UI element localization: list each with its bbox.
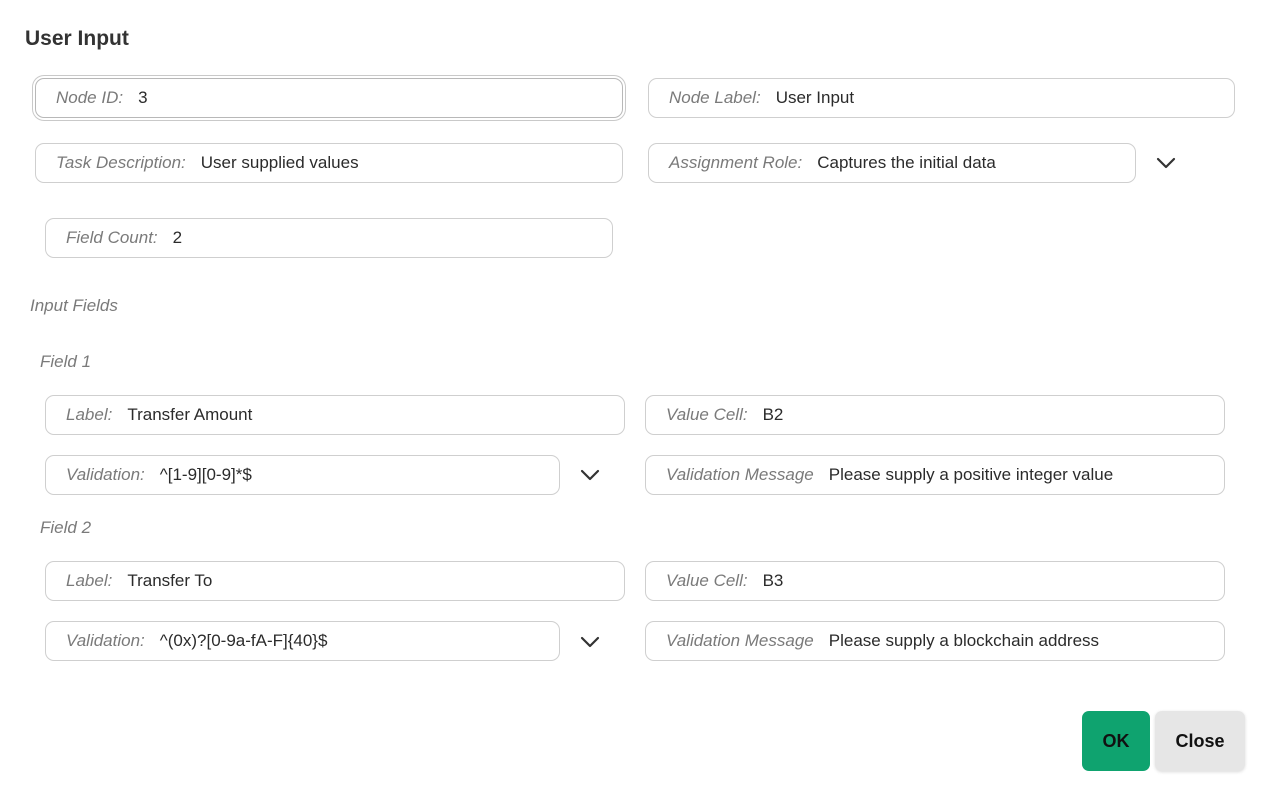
field-2-validation-label: Validation: <box>66 631 145 650</box>
field-1-validation-chevron-down-icon[interactable] <box>578 463 602 487</box>
close-button[interactable]: Close <box>1155 711 1245 771</box>
node-id-field[interactable]: Node ID: 3 <box>35 78 623 118</box>
field-2-value-cell-label: Value Cell: <box>666 571 748 590</box>
field-1-validation-message-value: Please supply a positive integer value <box>828 465 1114 484</box>
assignment-role-value: Captures the initial data <box>817 153 996 172</box>
field-1-validation-message-field[interactable]: Validation Message Please supply a posit… <box>645 455 1225 495</box>
assignment-role-field[interactable]: Assignment Role: Captures the initial da… <box>648 143 1136 183</box>
assignment-role-label: Assignment Role: <box>669 153 803 172</box>
field-1-validation-field[interactable]: Validation: ^[1-9][0-9]*$ <box>45 455 560 495</box>
field-2-validation-message-field[interactable]: Validation Message Please supply a block… <box>645 621 1225 661</box>
task-description-label: Task Description: <box>56 153 186 172</box>
field-1-value-cell-field[interactable]: Value Cell: B2 <box>645 395 1225 435</box>
field-1-validation-message-label: Validation Message <box>666 465 814 484</box>
node-id-value: 3 <box>138 88 148 107</box>
task-description-field[interactable]: Task Description: User supplied values <box>35 143 623 183</box>
field-count-label: Field Count: <box>66 228 158 247</box>
field-2-validation-chevron-down-icon[interactable] <box>578 630 602 654</box>
field-2-heading: Field 2 <box>40 518 92 537</box>
node-label-field[interactable]: Node Label: User Input <box>648 78 1235 118</box>
field-1-validation-value: ^[1-9][0-9]*$ <box>159 465 252 484</box>
field-1-label-label: Label: <box>66 405 113 424</box>
field-2-value-cell-field[interactable]: Value Cell: B3 <box>645 561 1225 601</box>
field-2-validation-message-label: Validation Message <box>666 631 814 650</box>
field-2-label-field[interactable]: Label: Transfer To <box>45 561 625 601</box>
field-1-validation-label: Validation: <box>66 465 145 484</box>
field-count-field[interactable]: Field Count: 2 <box>45 218 613 258</box>
field-1-label-value: Transfer Amount <box>127 405 253 424</box>
field-2-validation-message-value: Please supply a blockchain address <box>828 631 1100 650</box>
ok-button[interactable]: OK <box>1082 711 1150 771</box>
field-2-label-label: Label: <box>66 571 113 590</box>
field-2-value-cell-value: B3 <box>762 571 784 590</box>
field-2-validation-field[interactable]: Validation: ^(0x)?[0-9a-fA-F]{40}$ <box>45 621 560 661</box>
node-label-label: Node Label: <box>669 88 761 107</box>
field-1-value-cell-label: Value Cell: <box>666 405 748 424</box>
node-id-label: Node ID: <box>56 88 124 107</box>
node-label-value: User Input <box>775 88 855 107</box>
user-input-dialog: User Input Node ID: 3 Node Label: User I… <box>0 0 1265 794</box>
assignment-role-chevron-down-icon[interactable] <box>1154 151 1178 175</box>
field-1-label-field[interactable]: Label: Transfer Amount <box>45 395 625 435</box>
dialog-title: User Input <box>25 27 129 50</box>
field-2-label-value: Transfer To <box>127 571 213 590</box>
field-2-validation-value: ^(0x)?[0-9a-fA-F]{40}$ <box>159 631 328 650</box>
field-count-value: 2 <box>172 228 183 247</box>
input-fields-heading: Input Fields <box>30 296 118 315</box>
field-1-heading: Field 1 <box>40 352 92 371</box>
task-description-value: User supplied values <box>200 153 359 172</box>
field-1-value-cell-value: B2 <box>762 405 784 424</box>
